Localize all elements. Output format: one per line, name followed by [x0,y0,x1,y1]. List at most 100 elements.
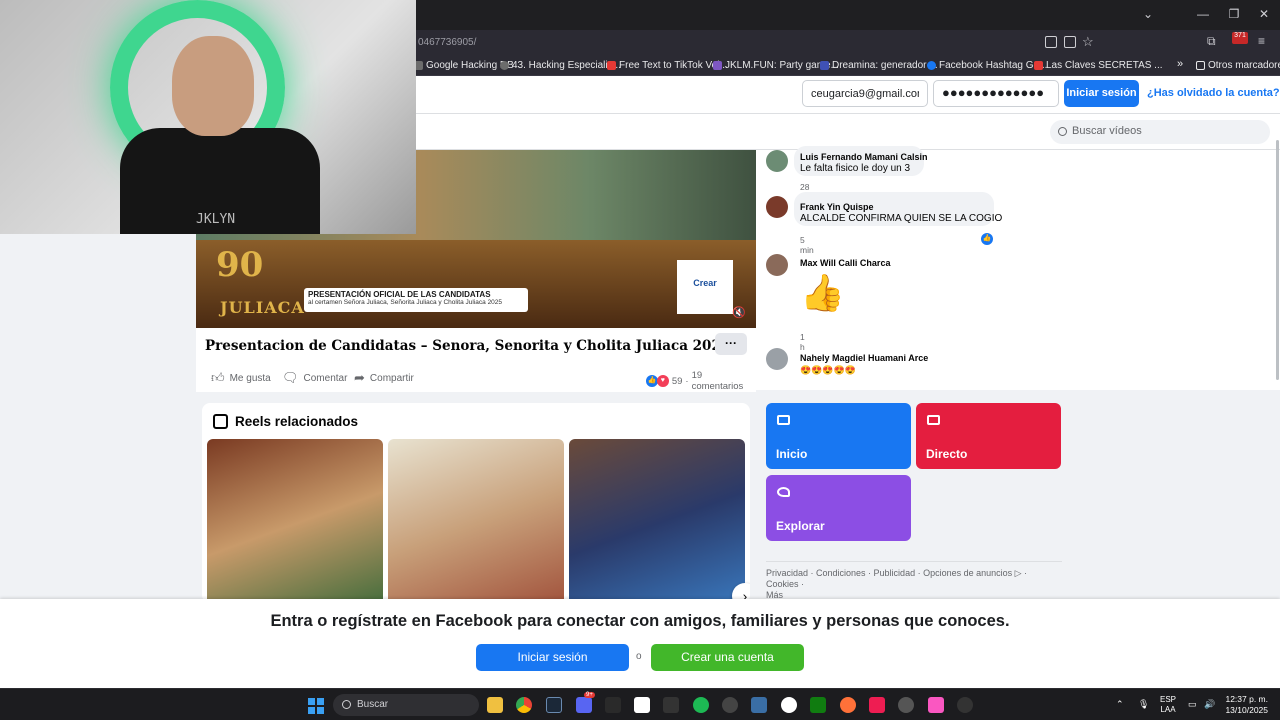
related-reels: Reels relacionados › [202,403,750,603]
nav-tile-home[interactable]: Inicio [766,403,911,469]
firefox-icon[interactable] [840,697,856,713]
comment-author[interactable]: Max Will Calli Charca [800,258,890,268]
footer-links-line[interactable]: Privacidad · Condiciones · Publicidad · … [766,568,1062,590]
reaction-summary[interactable]: 👍 ♥ 59 · 19 comentarios [646,370,756,392]
banner-text: Entra o regístrate en Facebook para cone… [270,612,1010,630]
search-placeholder: Buscar vídeos [1072,125,1142,137]
maximize-icon[interactable]: ❐ [1226,7,1242,21]
share-button[interactable]: ➦ Compartir [354,370,414,386]
footer-divider [766,561,1062,562]
comment-text: Le falta fisico le doy un 3 [800,163,911,174]
comment-text: ALCALDE CONFIRMA QUIEN SE LA COGIO [800,213,1003,224]
bookmark-item[interactable]: Las Claves SECRETAS ... [1034,60,1163,71]
banner-login-button[interactable]: Iniciar sesión [476,644,629,671]
clock[interactable]: 12:37 p. m. 13/10/2025 [1224,694,1268,716]
anniversary-number: 90 [216,245,264,285]
bookmark-label: Free Text to TikTok Voi... [619,60,728,71]
banner-or: o [636,651,642,662]
avatar[interactable] [766,196,788,218]
bookmark-item[interactable]: Google Hacking DB [414,60,514,71]
tab-list-icon[interactable]: ⌄ [1140,7,1156,21]
comment-count[interactable]: 19 comentarios [692,370,756,392]
language-indicator[interactable]: ESP LAA [1160,695,1176,715]
picture-in-picture-icon[interactable] [1045,36,1057,48]
windows-taskbar: Buscar 9+ ⌃ 🎙 ESP LAA ▭ 🔊 12:37 p. m. 13… [0,688,1280,720]
comment-author[interactable]: Nahely Magdiel Huamani Arce [800,353,928,363]
capcut-icon[interactable] [634,697,650,713]
terminal-icon[interactable] [605,697,621,713]
google-icon[interactable] [781,697,797,713]
language-top: ESP [1160,695,1177,704]
comment-text: 😍😍😍😍😍 [800,365,857,375]
reel-thumbnail[interactable] [207,439,383,603]
other-bookmarks-label: Otros marcadores [1208,60,1280,71]
clock-time: 12:37 p. m. [1225,694,1268,704]
epic-games-icon[interactable] [663,697,679,713]
reel-thumbnail[interactable] [569,439,745,603]
login-button[interactable]: Iniciar sesión [1064,80,1139,107]
like-reaction-icon: 👍 [981,233,993,245]
search-icon [1058,127,1067,136]
avatar[interactable] [766,254,788,276]
taskbar-search[interactable]: Buscar [333,694,479,716]
more-options-button[interactable]: ··· [715,333,747,355]
mute-icon[interactable]: 🔇 [732,306,746,319]
email-field[interactable] [802,80,928,107]
comment-author[interactable]: Luis Fernando Mamani Calsin [800,152,928,162]
extension-badge[interactable]: 371 [1232,32,1248,44]
4k-downloader-icon[interactable] [722,697,738,713]
bookmark-item[interactable]: Free Text to TikTok Voi... [607,60,728,71]
love-reaction-icon: ♥ [656,375,669,387]
other-bookmarks[interactable]: Otros marcadores [1196,60,1280,71]
network-icon[interactable]: ▭ [1188,699,1198,709]
menu-icon[interactable]: ≡ [1258,34,1265,48]
login-banner: Entra o regístrate en Facebook para cone… [0,599,1280,688]
webcam-overlay: JKLYN [0,0,416,234]
bookmark-item[interactable]: Dreamina: generador ... [820,60,938,71]
extensions-icon[interactable]: ⧉ [1207,34,1216,49]
avatar[interactable] [766,348,788,370]
spotify-icon[interactable] [693,697,709,713]
save-page-icon[interactable] [1064,36,1076,48]
steam-icon[interactable] [546,697,562,713]
itunes-icon[interactable] [928,697,944,713]
like-button[interactable]: 👍︎ Me gusta [211,370,271,386]
close-icon[interactable]: ✕ [1256,7,1272,21]
nav-tile-live[interactable]: Directo [916,403,1061,469]
xbox-icon[interactable] [810,697,826,713]
video-search-input[interactable]: Buscar vídeos [1050,120,1270,144]
reel-thumbnail[interactable] [388,439,564,603]
chevron-up-icon[interactable]: ⌃ [1116,699,1126,709]
volume-icon[interactable]: 🔊 [1204,699,1215,709]
comment-button[interactable]: 🗨︎ Comentar [282,370,347,386]
comments-scrollbar[interactable] [1276,140,1279,380]
more-bookmarks-icon[interactable]: » [1177,58,1183,70]
tiktok-icon[interactable] [869,697,885,713]
video-lower-third: PRESENTACIÓN OFICIAL DE LAS CANDIDATAS a… [304,288,528,312]
file-explorer-icon[interactable] [487,697,503,713]
password-field[interactable] [933,80,1059,107]
bookmark-star-icon[interactable]: ☆ [1082,34,1094,50]
comment-time[interactable]: 1 h [800,332,805,352]
video-title: Presentacion de Candidatas – Senora, Sen… [205,338,731,354]
channel-logo: Crear [677,260,733,314]
nav-tile-explore[interactable]: Explorar [766,475,911,541]
bookmark-item[interactable]: 43. Hacking Especializ... [500,60,621,71]
app-icon[interactable] [957,697,973,713]
windows-start-icon[interactable] [308,698,324,714]
obs-icon[interactable] [898,697,914,713]
forgot-account-link[interactable]: ¿Has olvidado la cuenta? [1147,87,1280,99]
microphone-icon[interactable]: 🎙 [1138,699,1149,709]
comment-author[interactable]: Frank Yin Quispe [800,202,874,212]
nav-tile-label: Explorar [776,519,825,533]
url-text[interactable]: 0467736905/ [418,37,476,48]
avatar[interactable] [766,150,788,172]
app-icon[interactable] [751,697,767,713]
minimize-icon[interactable]: — [1195,7,1211,21]
discord-icon[interactable] [576,697,592,713]
chrome-icon[interactable] [516,697,532,713]
bookmark-item[interactable]: Facebook Hashtag Ge... [927,60,1047,71]
thumbs-up-icon: 👍︎ [211,370,225,385]
comment-time[interactable]: 5 min [800,235,814,255]
create-account-button[interactable]: Crear una cuenta [651,644,804,671]
